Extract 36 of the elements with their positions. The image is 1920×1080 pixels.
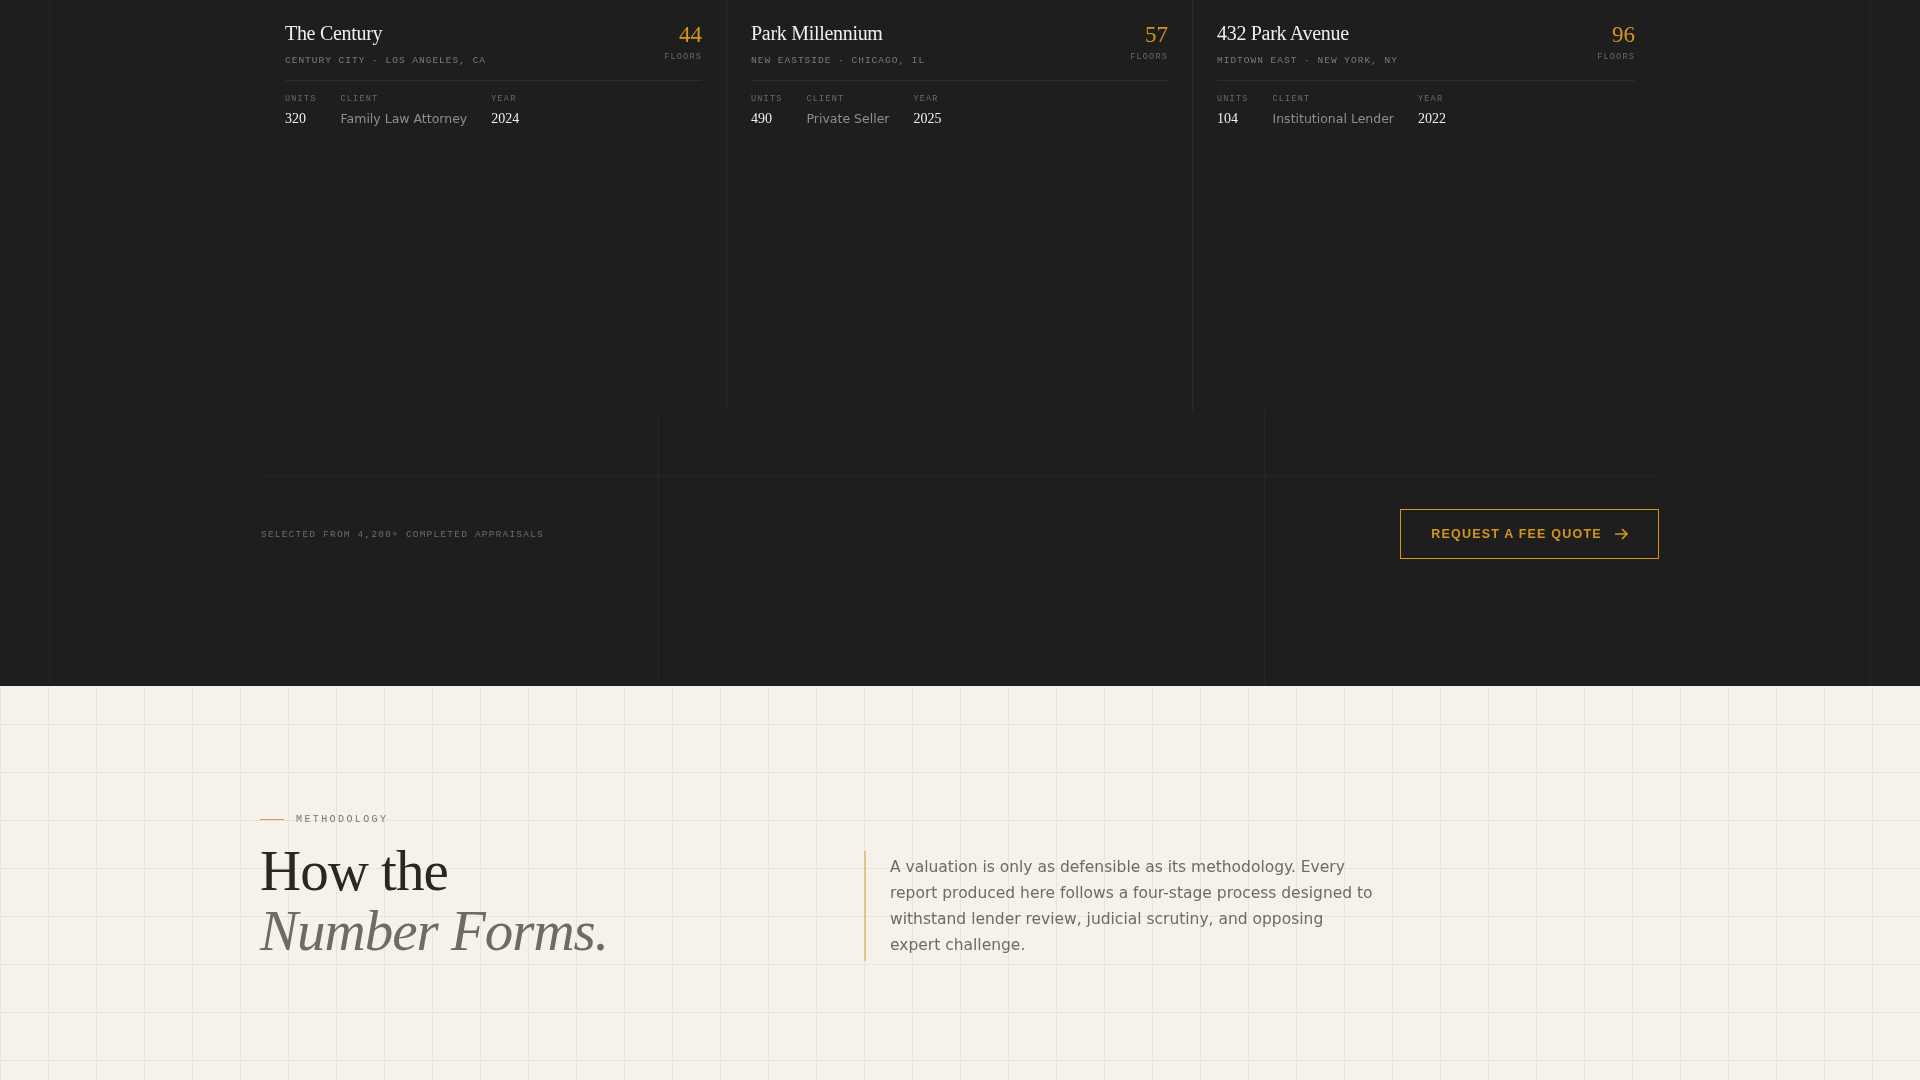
stat-value: Institutional Lender (1272, 111, 1394, 126)
floors-count: 57 (1144, 22, 1168, 48)
stat-label: YEAR (491, 94, 518, 104)
stat-label: YEAR (1418, 94, 1445, 104)
floors-label: FLOORS (1130, 52, 1168, 62)
stat-value: Private Seller (806, 111, 890, 126)
stat-label: CLIENT (806, 94, 846, 104)
stat-label: CLIENT (1272, 94, 1312, 104)
stat-value: 2022 (1418, 111, 1446, 127)
section-eyebrow: METHODOLOGY (296, 814, 389, 825)
project-name: Park Millennium (751, 22, 884, 45)
fee-quote-button[interactable]: REQUEST A FEE QUOTE (1400, 509, 1659, 559)
section-heading: How the Number Forms. (260, 841, 609, 961)
appraisals-note: SELECTED FROM 4,200+ COMPLETED APPRAISALS (261, 528, 544, 540)
stat-value: 490 (751, 111, 773, 127)
project-name: The Century (285, 22, 384, 45)
project-location: CENTURY CITY · LOS ANGELES, CA (285, 55, 487, 66)
floors-label: FLOORS (664, 52, 702, 62)
section-intro: A valuation is only as defensible as its methodology. Every report produced here follows a four-stage process designed to withstand lender review, judicial scrutiny, and opposing expert challenge. (864, 851, 1374, 961)
stat-label: UNITS (285, 94, 317, 104)
floors-count: 96 (1611, 22, 1635, 48)
floors-label: FLOORS (1597, 52, 1635, 62)
stat-value: Family Law Attorney (340, 111, 468, 126)
stat-value: 2024 (491, 111, 520, 127)
stat-value: 104 (1217, 111, 1239, 127)
stat-label: UNITS (751, 94, 783, 104)
stat-label: CLIENT (340, 94, 380, 104)
stat-label: YEAR (913, 94, 940, 104)
stat-value: 2025 (913, 111, 942, 127)
stat-label: UNITS (1217, 94, 1249, 104)
project-location: MIDTOWN EAST · NEW YORK, NY (1217, 55, 1398, 66)
stat-value: 320 (285, 111, 307, 127)
floors-count: 44 (678, 22, 702, 48)
project-name: 432 Park Avenue (1217, 22, 1350, 45)
arrow-right-icon (1613, 528, 1628, 540)
project-location: NEW EASTSIDE · CHICAGO, IL (751, 55, 926, 66)
